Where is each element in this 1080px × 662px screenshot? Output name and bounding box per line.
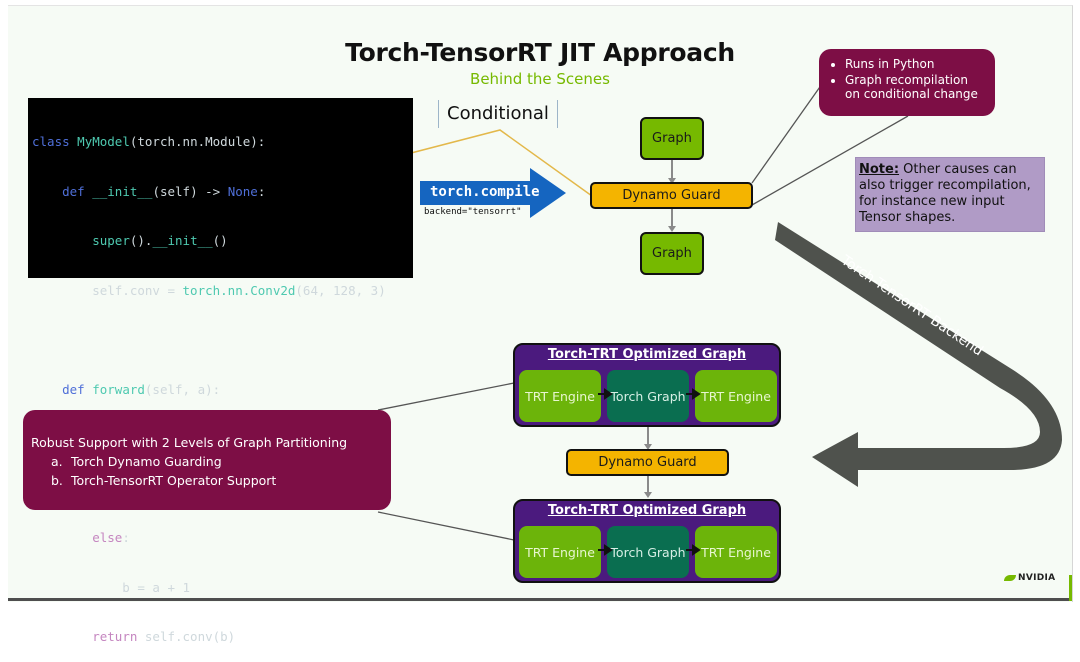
nvidia-wordmark: NVIDIA bbox=[1018, 573, 1056, 583]
callout-list-item: b. Torch-TensorRT Operator Support bbox=[31, 471, 383, 490]
list-marker: a. bbox=[51, 454, 63, 469]
list-marker: b. bbox=[51, 473, 63, 488]
cell-arrow-layer bbox=[598, 388, 701, 556]
callout-heading: Robust Support with 2 Levels of Graph Pa… bbox=[31, 435, 348, 450]
cell-arrowhead bbox=[692, 544, 701, 556]
callout-list-item: a. Torch Dynamo Guarding bbox=[31, 452, 383, 471]
cell-arrowhead bbox=[604, 544, 613, 556]
nvidia-logo: NVIDIA bbox=[1004, 573, 1055, 583]
code-line: return self.conv(b) bbox=[92, 629, 236, 644]
nvidia-eye-icon bbox=[1004, 574, 1016, 581]
partitioning-callout: Robust Support with 2 Levels of Graph Pa… bbox=[23, 410, 391, 510]
cell-arrowhead bbox=[692, 388, 701, 400]
list-text: Torch-TensorRT Operator Support bbox=[71, 473, 277, 488]
cell-arrowhead bbox=[604, 388, 613, 400]
list-text: Torch Dynamo Guarding bbox=[71, 454, 222, 469]
